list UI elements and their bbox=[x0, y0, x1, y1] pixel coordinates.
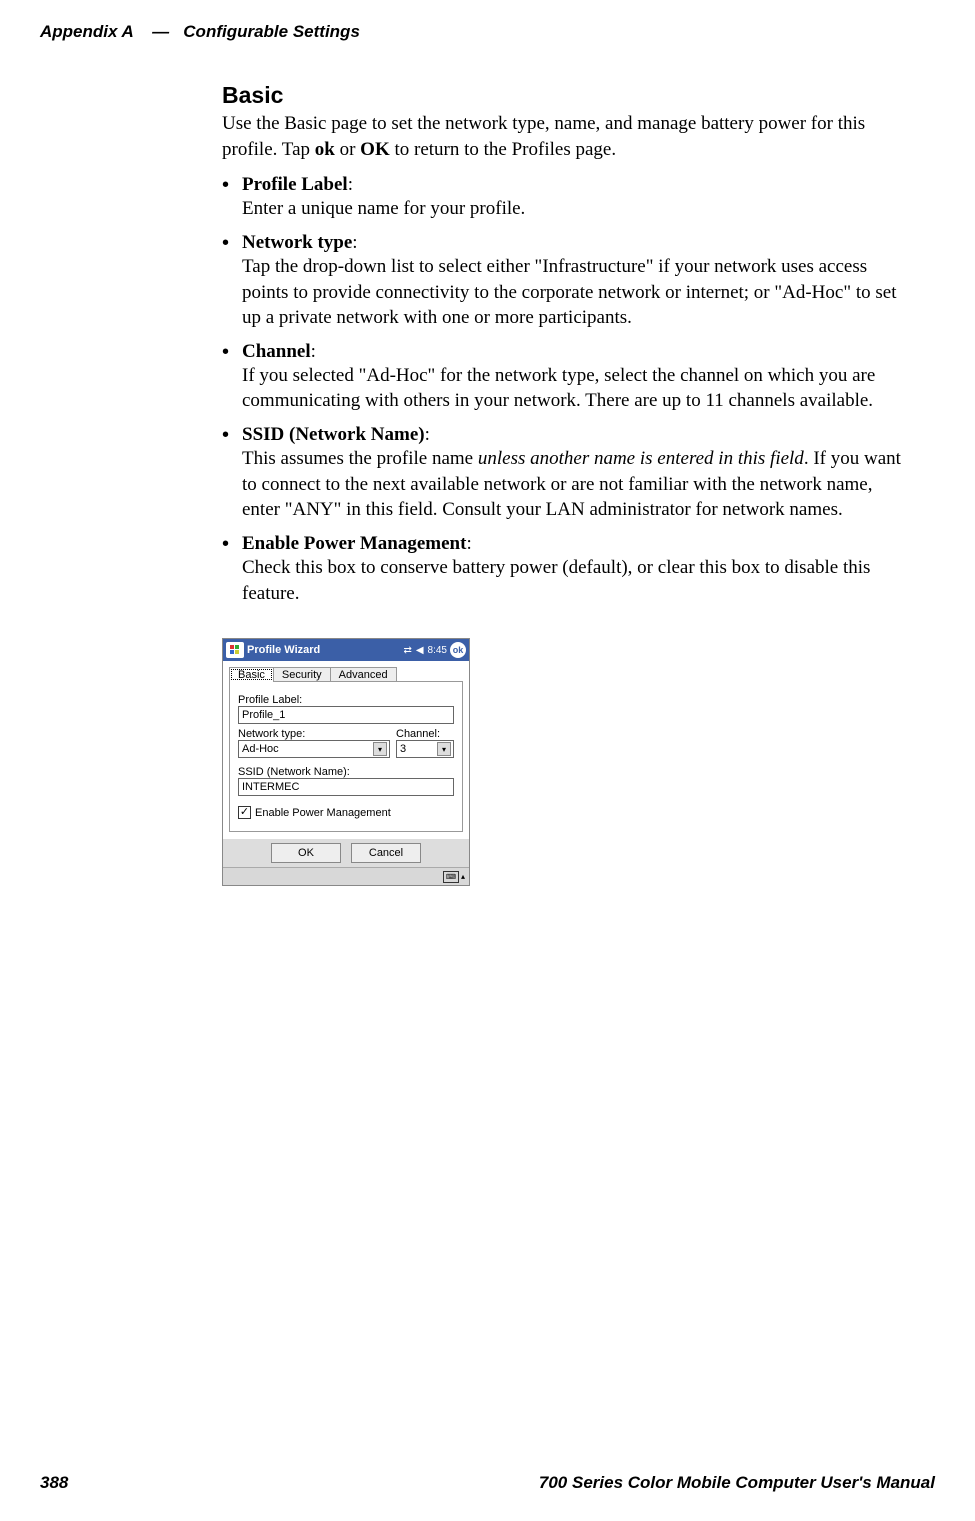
manual-title: 700 Series Color Mobile Computer User's … bbox=[539, 1473, 935, 1493]
volume-icon: ◀ bbox=[416, 645, 424, 656]
profile-label-input[interactable] bbox=[238, 706, 454, 724]
desc-epm: Check this box to conserve battery power… bbox=[242, 555, 915, 606]
window-title: Profile Wizard bbox=[247, 644, 320, 656]
ssid-label: SSID (Network Name): bbox=[238, 766, 454, 778]
chevron-down-icon: ▾ bbox=[437, 742, 451, 756]
profile-label-label: Profile Label: bbox=[238, 694, 454, 706]
term-channel: Channel bbox=[242, 341, 311, 362]
network-type-label: Network type: bbox=[238, 728, 390, 740]
tab-security[interactable]: Security bbox=[273, 667, 331, 682]
section-heading: Basic bbox=[222, 82, 915, 109]
intro-ok-upper: OK bbox=[360, 139, 390, 160]
term-profile-label: Profile Label bbox=[242, 174, 348, 195]
desc-channel: If you selected "Ad-Hoc" for the network… bbox=[242, 363, 915, 414]
ssid-pre: This assumes the profile name bbox=[242, 448, 478, 469]
intro-mid: or bbox=[335, 139, 360, 160]
status-icons: ⇄ ◀ 8:45 bbox=[403, 645, 447, 656]
button-bar: OK Cancel bbox=[223, 839, 469, 867]
colon: : bbox=[311, 341, 316, 362]
clock: 8:45 bbox=[428, 645, 447, 656]
header-dash bbox=[138, 22, 152, 41]
profile-wizard-window: Profile Wizard ⇄ ◀ 8:45 ok Basic Securit… bbox=[222, 638, 470, 886]
colon: : bbox=[425, 424, 430, 445]
desc-profile-label: Enter a unique name for your profile. bbox=[242, 196, 915, 222]
epm-checkbox[interactable]: ✓ bbox=[238, 806, 251, 819]
term-epm: Enable Power Management bbox=[242, 533, 466, 554]
list-item: Profile Label: Enter a unique name for y… bbox=[222, 174, 915, 222]
connectivity-icon: ⇄ bbox=[403, 645, 411, 656]
tab-strip: Basic Security Advanced bbox=[223, 661, 469, 682]
cancel-button[interactable]: Cancel bbox=[351, 843, 421, 863]
up-arrow-icon[interactable]: ▴ bbox=[461, 872, 465, 881]
list-item: Network type: Tap the drop-down list to … bbox=[222, 232, 915, 331]
colon: : bbox=[466, 533, 471, 554]
tab-advanced[interactable]: Advanced bbox=[330, 667, 397, 682]
ok-button[interactable]: ok bbox=[450, 642, 466, 658]
network-type-value: Ad-Hoc bbox=[242, 743, 279, 755]
tab-pane-basic: Profile Label: Network type: Ad-Hoc ▾ Ch… bbox=[229, 681, 463, 832]
colon: : bbox=[352, 232, 357, 253]
list-item: Channel: If you selected "Ad-Hoc" for th… bbox=[222, 341, 915, 414]
dash: — bbox=[152, 22, 169, 41]
intro-paragraph: Use the Basic page to set the network ty… bbox=[222, 111, 915, 162]
term-network-type: Network type bbox=[242, 232, 352, 253]
client-area: Basic Security Advanced Profile Label: N… bbox=[223, 661, 469, 885]
desc-network-type: Tap the drop-down list to select either … bbox=[242, 254, 915, 331]
list-item: Enable Power Management: Check this box … bbox=[222, 533, 915, 606]
ssid-input[interactable] bbox=[238, 778, 454, 796]
start-icon[interactable] bbox=[226, 642, 244, 658]
intro-ok-lower: ok bbox=[315, 139, 335, 160]
header-title: Configurable Settings bbox=[183, 22, 360, 41]
content-area: Basic Use the Basic page to set the netw… bbox=[222, 82, 915, 886]
channel-select[interactable]: 3 ▾ bbox=[396, 740, 454, 758]
definition-list: Profile Label: Enter a unique name for y… bbox=[222, 174, 915, 606]
epm-row[interactable]: ✓ Enable Power Management bbox=[238, 806, 454, 819]
page-footer: 388 700 Series Color Mobile Computer Use… bbox=[40, 1473, 935, 1493]
ssid-em: unless another name is entered in this f… bbox=[478, 448, 804, 469]
list-item: SSID (Network Name): This assumes the pr… bbox=[222, 424, 915, 523]
epm-label: Enable Power Management bbox=[255, 807, 391, 819]
tab-basic[interactable]: Basic bbox=[229, 667, 274, 682]
sip-bar: ⌨ ▴ bbox=[223, 867, 469, 885]
network-type-select[interactable]: Ad-Hoc ▾ bbox=[238, 740, 390, 758]
channel-label: Channel: bbox=[396, 728, 454, 740]
keyboard-icon[interactable]: ⌨ bbox=[443, 871, 459, 883]
desc-ssid: This assumes the profile name unless ano… bbox=[242, 446, 915, 523]
page-header: Appendix A — Configurable Settings bbox=[40, 22, 935, 42]
page-number: 388 bbox=[40, 1473, 68, 1493]
colon: : bbox=[348, 174, 353, 195]
appendix-label: Appendix A bbox=[40, 22, 133, 41]
channel-value: 3 bbox=[400, 743, 406, 755]
term-ssid: SSID (Network Name) bbox=[242, 424, 425, 445]
chevron-down-icon: ▾ bbox=[373, 742, 387, 756]
intro-post: to return to the Profiles page. bbox=[390, 139, 616, 160]
ok-form-button[interactable]: OK bbox=[271, 843, 341, 863]
title-bar: Profile Wizard ⇄ ◀ 8:45 ok bbox=[223, 639, 469, 661]
